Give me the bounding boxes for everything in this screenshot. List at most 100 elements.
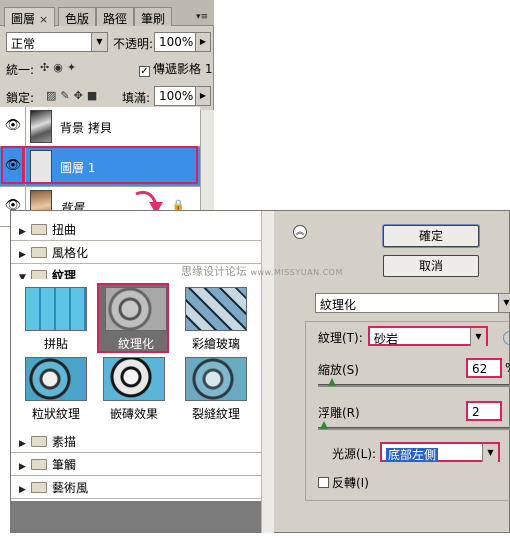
folder-icon xyxy=(31,247,47,258)
folder-icon xyxy=(31,224,47,235)
scale-slider[interactable] xyxy=(318,384,510,387)
panel-menu-icon[interactable]: ▾≡ xyxy=(196,12,208,22)
category-sketch[interactable]: ▶ 素描 xyxy=(11,431,261,453)
filter-preview xyxy=(25,287,87,331)
layer-name: 背景 拷貝 xyxy=(60,121,112,135)
triangle-right-icon: ▶ xyxy=(199,91,207,100)
category-distort[interactable]: ▶ 扭曲 xyxy=(11,219,261,241)
tab-layers[interactable]: 圖層 × xyxy=(4,7,56,27)
category-stylize[interactable]: ▶ 風格化 xyxy=(11,242,261,264)
lock-icons: ▨ ✎ ✥ ■ xyxy=(46,88,101,102)
watermark-text: 思缘设计论坛 xyxy=(181,265,247,278)
close-icon[interactable]: × xyxy=(39,13,48,26)
tab-paths-label: 路徑 xyxy=(103,12,128,26)
filter-select[interactable]: 紋理化 ▼ xyxy=(315,293,510,313)
unify-visibility-icon[interactable]: ◉ xyxy=(53,61,63,74)
opacity-value: 100% xyxy=(159,35,194,49)
watermark-url: www.MISSYUAN.COM xyxy=(250,268,343,277)
propagate-checkbox[interactable]: ✓ xyxy=(139,66,150,77)
ok-button[interactable]: 確定 xyxy=(383,225,479,247)
tab-channels-label: 色版 xyxy=(65,12,90,26)
category-label: 藝術風 xyxy=(52,481,89,495)
relief-value: 2 xyxy=(472,405,480,419)
filter-thumb-craquelure[interactable]: 裂縫紋理 xyxy=(179,355,251,425)
layer-row-bg-copy[interactable]: 👁 背景 拷貝 xyxy=(0,107,200,147)
info-circle-icon xyxy=(503,331,510,345)
fill-input[interactable]: 100% xyxy=(154,86,196,106)
watermark: 思缘设计论坛 www.MISSYUAN.COM xyxy=(181,263,343,279)
texture-select-value: 砂岩 xyxy=(374,332,399,346)
triangle-right-icon: ▶ xyxy=(19,462,26,472)
triangle-right-icon: ▶ xyxy=(19,250,26,260)
propagate-label: 傳遞影格 1 xyxy=(153,62,213,76)
filter-thumb-stained-glass[interactable]: 彩繪玻璃 xyxy=(179,285,251,355)
unify-style-icon[interactable]: ✦ xyxy=(67,61,76,74)
unify-label: 統一: xyxy=(6,63,35,77)
tab-channels[interactable]: 色版 xyxy=(58,7,97,26)
filter-preview xyxy=(103,357,165,401)
filter-thumb-tiles[interactable]: 拼貼 xyxy=(19,285,91,355)
lock-label: 鎖定: xyxy=(6,91,35,105)
selected-layer-highlight-frame xyxy=(22,146,198,184)
filter-caption: 嵌磚效果 xyxy=(109,407,158,421)
gallery-scrollbar[interactable] xyxy=(261,211,274,533)
category-brush-strokes[interactable]: ▶ 筆觸 xyxy=(11,454,261,476)
folder-icon xyxy=(31,436,47,447)
unify-icons: ✣ ◉ ✦ xyxy=(40,60,80,74)
filter-preview xyxy=(105,287,167,331)
lock-brush-icon[interactable]: ✎ xyxy=(60,89,69,102)
folder-icon xyxy=(31,459,47,470)
opacity-flyout-button[interactable]: ▶ xyxy=(195,32,211,52)
cancel-button[interactable]: 取消 xyxy=(383,255,479,277)
layer-thumbnail xyxy=(30,110,52,143)
relief-slider-thumb[interactable] xyxy=(320,421,328,429)
triangle-right-icon: ▶ xyxy=(19,439,26,449)
layers-panel: 圖層 × 色版 路徑 筆刷 ▾≡ 正常 ▼ 不透明: 100% ▶ 統一: ✣ ◉ ✦… xyxy=(0,0,214,227)
filter-thumb-mosaic[interactable]: 嵌磚效果 xyxy=(97,355,169,425)
blend-mode-select[interactable]: 正常 ▼ xyxy=(6,32,108,52)
filter-thumb-grain[interactable]: 粒狀紋理 xyxy=(19,355,91,425)
opacity-input[interactable]: 100% xyxy=(154,32,196,52)
filter-gallery: ▶ 扭曲 ▶ 風格化 ▼ 紋理 拼貼 紋理化 彩繪玻璃 粒狀紋理 嵌磚效果 裂縫… xyxy=(11,211,274,533)
tab-brushes[interactable]: 筆刷 xyxy=(134,7,173,26)
chevron-down-icon: ▼ xyxy=(482,444,498,462)
fill-label: 填滿: xyxy=(122,91,151,105)
layers-scrollbar[interactable] xyxy=(200,110,214,222)
chevron-down-icon: ▼ xyxy=(498,294,510,312)
filter-thumb-texturizer[interactable]: 紋理化 xyxy=(97,283,169,353)
invert-label: 反轉(I) xyxy=(332,476,369,490)
chevron-down-icon: ▼ xyxy=(91,33,107,51)
light-select[interactable]: 底部左側 ▼ xyxy=(380,442,500,462)
lock-transparent-icon[interactable]: ▨ xyxy=(46,89,56,102)
fill-flyout-button[interactable]: ▶ xyxy=(195,86,211,106)
invert-checkbox[interactable] xyxy=(318,477,329,488)
filter-select-value: 紋理化 xyxy=(320,298,357,312)
filter-caption: 裂縫紋理 xyxy=(191,407,240,421)
filter-preview xyxy=(185,357,247,401)
opacity-label: 不透明: xyxy=(113,37,154,51)
scale-unit: % xyxy=(505,361,510,375)
tab-brushes-label: 筆刷 xyxy=(141,12,166,26)
tab-paths[interactable]: 路徑 xyxy=(96,7,135,26)
lock-all-icon[interactable]: ■ xyxy=(87,89,97,102)
category-label: 素描 xyxy=(52,435,77,449)
chevron-down-icon: ▼ xyxy=(470,328,486,346)
scale-input[interactable]: 62 xyxy=(466,358,502,378)
eye-icon[interactable]: 👁 xyxy=(3,118,23,136)
scale-value: 62 xyxy=(472,362,488,376)
category-label: 風格化 xyxy=(52,246,89,260)
lock-move-icon[interactable]: ✥ xyxy=(74,89,83,102)
triangle-right-icon: ▶ xyxy=(19,227,26,237)
texture-label: 紋理(T): xyxy=(318,331,363,345)
filter-caption: 彩繪玻璃 xyxy=(191,337,240,351)
collapse-gallery-icon[interactable]: ︽ xyxy=(293,225,307,239)
relief-slider[interactable] xyxy=(318,427,510,430)
scale-slider-thumb[interactable] xyxy=(328,378,336,386)
unify-position-icon[interactable]: ✣ xyxy=(40,61,49,74)
divider xyxy=(25,107,26,147)
relief-input[interactable]: 2 xyxy=(466,401,502,421)
category-artistic[interactable]: ▶ 藝術風 xyxy=(11,477,261,499)
texture-select[interactable]: 砂岩 ▼ xyxy=(368,326,488,346)
propagate-frame-option[interactable]: ✓ 傳遞影格 1 xyxy=(139,60,212,77)
invert-option[interactable]: 反轉(I) xyxy=(318,474,369,491)
